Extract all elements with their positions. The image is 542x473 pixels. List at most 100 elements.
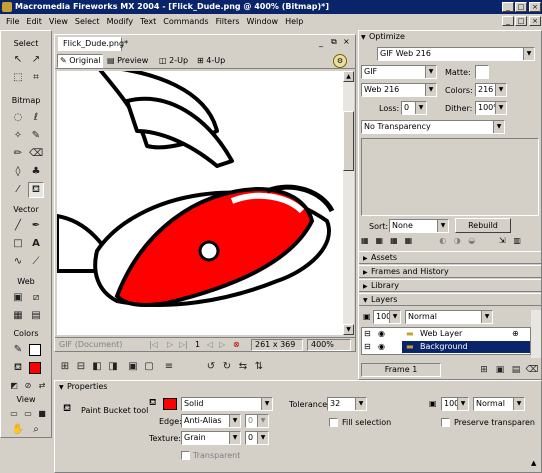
flip-horizontal-icon[interactable]: ⇆ [236,360,250,374]
freeform-icon[interactable]: ∿ [11,255,25,269]
layer-row[interactable]: ⊟ ◉ ▬ Web Layer ⊕ [362,328,530,340]
dither-select[interactable]: 100% ▼ [475,101,507,115]
zoom-icon[interactable]: ⌕ [29,423,43,437]
palette-remove-icon[interactable]: ◑ [454,236,466,245]
palette-swatches-area[interactable] [361,138,539,216]
eyedropper-icon[interactable]: ⁄ [11,183,25,197]
tab-original[interactable]: ✎ Original [57,54,103,68]
library-panel-header[interactable]: ▶ Library [359,279,541,292]
layer-visibility-icon[interactable]: ◉ [378,341,385,353]
lasso-icon[interactable]: ℓ [29,111,43,125]
hide-slices-icon[interactable]: ▦ [11,309,25,323]
rectangle-icon[interactable]: □ [11,237,25,251]
default-colors-icon[interactable]: ◩ [7,379,21,393]
texture-select[interactable]: Grain ▼ [181,431,241,445]
blend-mode-select[interactable]: Normal ▼ [473,397,525,411]
eraser-icon[interactable]: ⌫ [29,147,43,161]
doc-restore-button[interactable]: □ [515,16,527,26]
canvas[interactable] [57,71,343,335]
standard-mode-icon[interactable]: ▭ [7,407,21,421]
palette-add-icon[interactable]: ◐ [439,236,451,245]
menu-help[interactable]: Help [285,17,303,26]
collapse-properties-icon[interactable]: ▲ [531,459,536,467]
scroll-down-icon[interactable]: ▼ [343,324,354,335]
edge-select[interactable]: Anti-Alias ▼ [181,414,241,428]
rotate-left-icon[interactable]: ↺ [204,360,218,374]
doc-window-minimize-icon[interactable]: _ [319,38,323,47]
tab-preview[interactable]: ▤ Preview [107,55,155,69]
format-select[interactable]: GIF ▼ [361,65,437,79]
palette-select[interactable]: Web 216 ▼ [361,83,437,97]
join-icon[interactable]: ◧ [90,360,104,374]
menu-select[interactable]: Select [75,17,100,26]
menu-filters[interactable]: Filters [216,17,240,26]
document-tab[interactable]: Flick_Dude.png* [58,37,128,51]
show-slices-icon[interactable]: ▤ [29,309,43,323]
full-screen-menus-icon[interactable]: ▭ [21,407,35,421]
palette-lock-icon[interactable]: ▦ [376,236,388,245]
menu-text[interactable]: Text [140,17,156,26]
prev-frame-icon[interactable]: ◁ [207,338,213,351]
palette-import-icon[interactable]: ⇲ [499,236,511,245]
stop-icon[interactable]: ⊗ [233,338,240,351]
swap-colors-icon[interactable]: ⇄ [35,379,49,393]
maximize-button[interactable]: □ [515,2,527,12]
first-frame-icon[interactable]: |◁ [149,338,158,351]
layer-lock-icon[interactable]: ⊟ [364,341,371,353]
fill-color-well[interactable] [163,398,177,410]
canvas-vscrollbar[interactable]: ▲ ▼ [343,71,354,335]
transparent-checkbox[interactable] [181,451,190,460]
full-screen-icon[interactable]: ■ [35,407,49,421]
menu-file[interactable]: File [6,17,19,26]
menu-edit[interactable]: Edit [26,17,42,26]
stroke-color-icon[interactable]: ✎ [11,343,25,357]
rotate-right-icon[interactable]: ↻ [220,360,234,374]
scale-icon[interactable]: ⬚ [11,71,25,85]
texture-amount-field[interactable]: 0 ▼ [245,431,269,445]
slice-icon[interactable]: ⧄ [29,291,43,305]
layer-blend-select[interactable]: Normal ▼ [405,310,493,324]
scroll-up-icon[interactable]: ▲ [343,71,354,82]
assets-panel-header[interactable]: ▶ Assets [359,251,541,264]
fill-type-select[interactable]: Solid ▼ [181,397,273,411]
frame-selector[interactable]: Frame 1 [361,363,441,377]
group-icon[interactable]: ⊞ [58,360,72,374]
layer-opacity-field[interactable]: 100 ▼ [373,310,401,324]
knife-icon[interactable]: ⟋ [29,255,43,269]
doc-minimize-button[interactable]: _ [502,16,514,26]
colors-select[interactable]: 216 ▼ [475,83,507,97]
zoom-level[interactable]: 400% [307,339,351,351]
layers-panel-header[interactable]: ▼ Layers [359,293,541,306]
doc-close-button[interactable]: × [529,16,541,26]
new-layer-icon[interactable]: ⊞ [477,363,491,377]
preserve-transparency-checkbox[interactable] [441,418,450,427]
layer-visibility-icon[interactable]: ◉ [378,328,385,340]
layer-lock-icon[interactable]: ⊟ [364,328,371,340]
rubber-stamp-icon[interactable]: ♣ [29,165,43,179]
menu-modify[interactable]: Modify [107,17,134,26]
text-icon[interactable]: A [29,237,43,251]
line-icon[interactable]: ╱ [11,219,25,233]
layers-vscrollbar[interactable] [531,310,541,358]
loss-select[interactable]: 0 ▼ [401,101,427,115]
palette-delete-icon[interactable]: ▥ [513,236,525,245]
tab-4up[interactable]: ⊞ 4-Up [197,55,231,69]
fill-selection-checkbox[interactable] [329,418,338,427]
close-button[interactable]: × [529,2,541,12]
opacity-field[interactable]: 100 ▼ [441,397,469,411]
play-icon[interactable]: ▷ [167,338,173,351]
quick-export-button[interactable]: ⚙ [333,54,347,68]
scroll-thumb[interactable] [343,111,354,171]
marquee-icon[interactable]: ◌ [11,111,25,125]
new-sublayer-icon[interactable]: ▣ [493,363,507,377]
optimize-header[interactable]: ▼ Optimize [361,32,539,43]
menu-view[interactable]: View [49,17,68,26]
fill-color-swatch[interactable] [29,362,41,374]
brush-icon[interactable]: ✎ [29,129,43,143]
align-icon[interactable]: ≡ [162,360,176,374]
edge-amount-field[interactable]: 0 ▼ [245,414,269,428]
palette-transparent-icon[interactable]: ▦ [405,236,417,245]
no-color-icon[interactable]: ⊘ [21,379,35,393]
split-icon[interactable]: ◨ [106,360,120,374]
subselect-icon[interactable]: ↗ [29,53,43,67]
